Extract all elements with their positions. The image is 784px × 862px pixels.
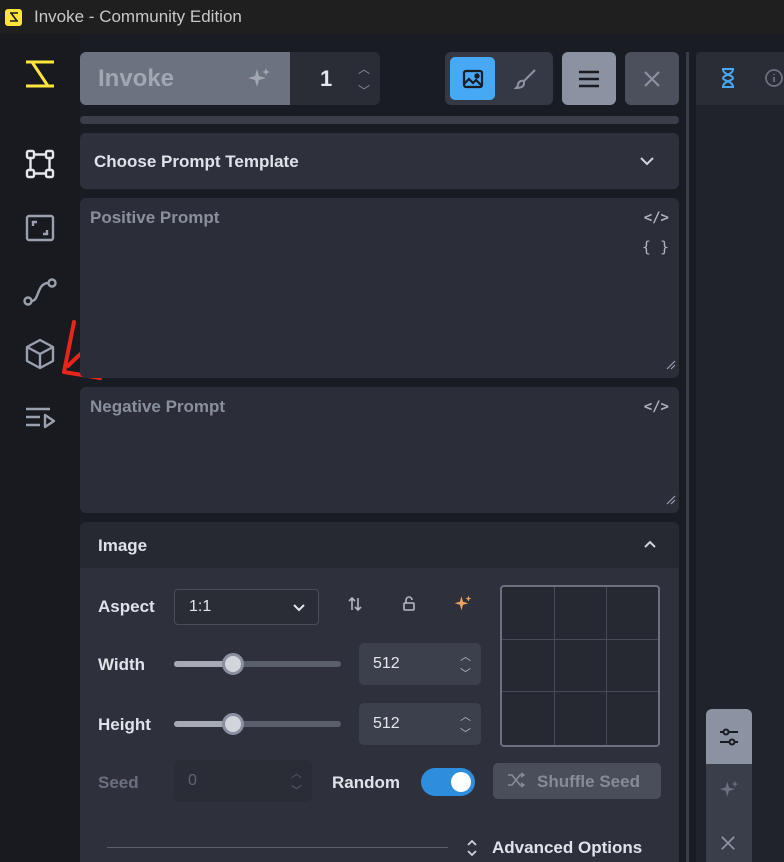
chevron-down-icon[interactable]: ﹀ xyxy=(358,82,370,99)
models-icon[interactable] xyxy=(22,336,58,372)
code-icon[interactable]: </> xyxy=(644,210,669,226)
aspect-preview-grid xyxy=(500,585,660,747)
height-slider-fill xyxy=(174,721,230,727)
invoke-button[interactable]: Invoke xyxy=(80,52,290,105)
width-slider[interactable] xyxy=(174,661,341,667)
optimal-size-sparkle-icon[interactable] xyxy=(451,592,475,616)
grid-line xyxy=(554,587,555,745)
swap-dimensions-icon[interactable] xyxy=(343,592,367,616)
prompt-template-select[interactable]: Choose Prompt Template xyxy=(80,133,679,189)
close-icon[interactable] xyxy=(720,835,736,856)
negative-prompt-input[interactable]: Negative Prompt </> xyxy=(80,387,679,513)
info-icon[interactable] xyxy=(764,68,784,93)
expand-collapse-icon[interactable] xyxy=(466,838,478,862)
width-input[interactable]: 512 ︿ ﹀ xyxy=(359,643,481,685)
image-section-title: Image xyxy=(98,536,148,555)
height-label: Height xyxy=(98,715,151,734)
window-title: Invoke - Community Edition xyxy=(34,7,242,26)
seed-input[interactable]: 0 ︿ ﹀ xyxy=(174,760,312,802)
prompt-template-label: Choose Prompt Template xyxy=(94,152,299,171)
right-panel-header xyxy=(696,52,784,105)
invoke-logo-icon[interactable] xyxy=(22,56,58,92)
chevron-down-icon[interactable]: ﹀ xyxy=(291,782,302,798)
aspect-ratio-select[interactable]: 1:1 xyxy=(174,589,319,625)
chevron-down-icon[interactable]: ﹀ xyxy=(460,725,471,741)
advanced-options-toggle[interactable]: Advanced Options xyxy=(492,838,642,858)
toggle-knob xyxy=(451,772,471,792)
chevron-up-icon[interactable]: ︿ xyxy=(291,765,302,781)
chevron-up-icon xyxy=(643,536,657,554)
menu-button[interactable] xyxy=(562,52,616,105)
height-value: 512 xyxy=(373,715,400,732)
width-label: Width xyxy=(98,655,146,674)
resize-handle-icon[interactable] xyxy=(666,357,676,375)
lock-aspect-icon[interactable] xyxy=(397,592,421,616)
shuffle-icon xyxy=(507,772,526,793)
braces-icon[interactable]: { } xyxy=(642,238,669,256)
image-mode-button[interactable] xyxy=(450,57,495,100)
height-slider[interactable] xyxy=(174,721,341,727)
negative-prompt-placeholder: Negative Prompt xyxy=(90,397,226,416)
width-slider-fill xyxy=(174,661,230,667)
sparkle-icon xyxy=(246,66,272,97)
chevron-up-icon[interactable]: ︿ xyxy=(460,708,471,724)
panel-scrollbar[interactable] xyxy=(686,52,689,862)
chevron-up-icon[interactable]: ︿ xyxy=(460,648,471,664)
width-value: 512 xyxy=(373,655,400,672)
advanced-divider xyxy=(107,847,448,848)
chevron-down-icon[interactable]: ﹀ xyxy=(460,665,471,681)
floating-toolbar xyxy=(706,709,752,862)
chevron-down-icon xyxy=(292,600,306,618)
width-slider-thumb[interactable] xyxy=(222,653,245,675)
hourglass-icon[interactable] xyxy=(720,68,736,93)
image-section-header[interactable]: Image xyxy=(80,522,679,568)
code-icon[interactable]: </> xyxy=(644,399,669,415)
iterations-value: 1 xyxy=(320,66,333,91)
workflow-icon[interactable] xyxy=(22,146,58,182)
window-titlebar: Invoke - Community Edition xyxy=(0,0,784,34)
sparkle-icon[interactable] xyxy=(718,779,740,806)
invoke-button-label: Invoke xyxy=(98,64,175,92)
canvas-icon[interactable] xyxy=(22,210,58,246)
chevron-down-icon xyxy=(639,153,655,171)
app-logo-icon xyxy=(5,8,22,26)
brush-mode-button[interactable] xyxy=(503,57,548,100)
positive-prompt-placeholder: Positive Prompt xyxy=(90,208,220,227)
positive-prompt-input[interactable]: Positive Prompt </> { } xyxy=(80,198,679,378)
grid-line xyxy=(502,691,658,692)
seed-label: Seed xyxy=(98,773,139,792)
close-button[interactable] xyxy=(625,52,679,105)
resize-handle-icon[interactable] xyxy=(666,492,676,510)
shuffle-seed-button[interactable]: Shuffle Seed xyxy=(493,763,661,799)
iterations-stepper[interactable]: 1 ︿ ﹀ xyxy=(290,52,380,105)
queue-icon[interactable] xyxy=(22,400,58,436)
grid-line xyxy=(502,639,658,640)
height-input[interactable]: 512 ︿ ﹀ xyxy=(359,703,481,745)
random-label: Random xyxy=(332,773,400,792)
height-slider-thumb[interactable] xyxy=(222,713,245,735)
random-seed-toggle[interactable] xyxy=(421,768,475,796)
shuffle-seed-label: Shuffle Seed xyxy=(537,772,640,791)
seed-value: 0 xyxy=(188,772,197,789)
panel-divider xyxy=(80,116,679,124)
aspect-label: Aspect xyxy=(98,597,155,616)
chevron-up-icon[interactable]: ︿ xyxy=(358,60,370,77)
mode-toggle-group xyxy=(445,52,553,105)
grid-line xyxy=(606,587,607,745)
nodes-icon[interactable] xyxy=(22,274,58,310)
settings-sliders-button[interactable] xyxy=(706,709,752,764)
aspect-ratio-value: 1:1 xyxy=(189,598,212,615)
